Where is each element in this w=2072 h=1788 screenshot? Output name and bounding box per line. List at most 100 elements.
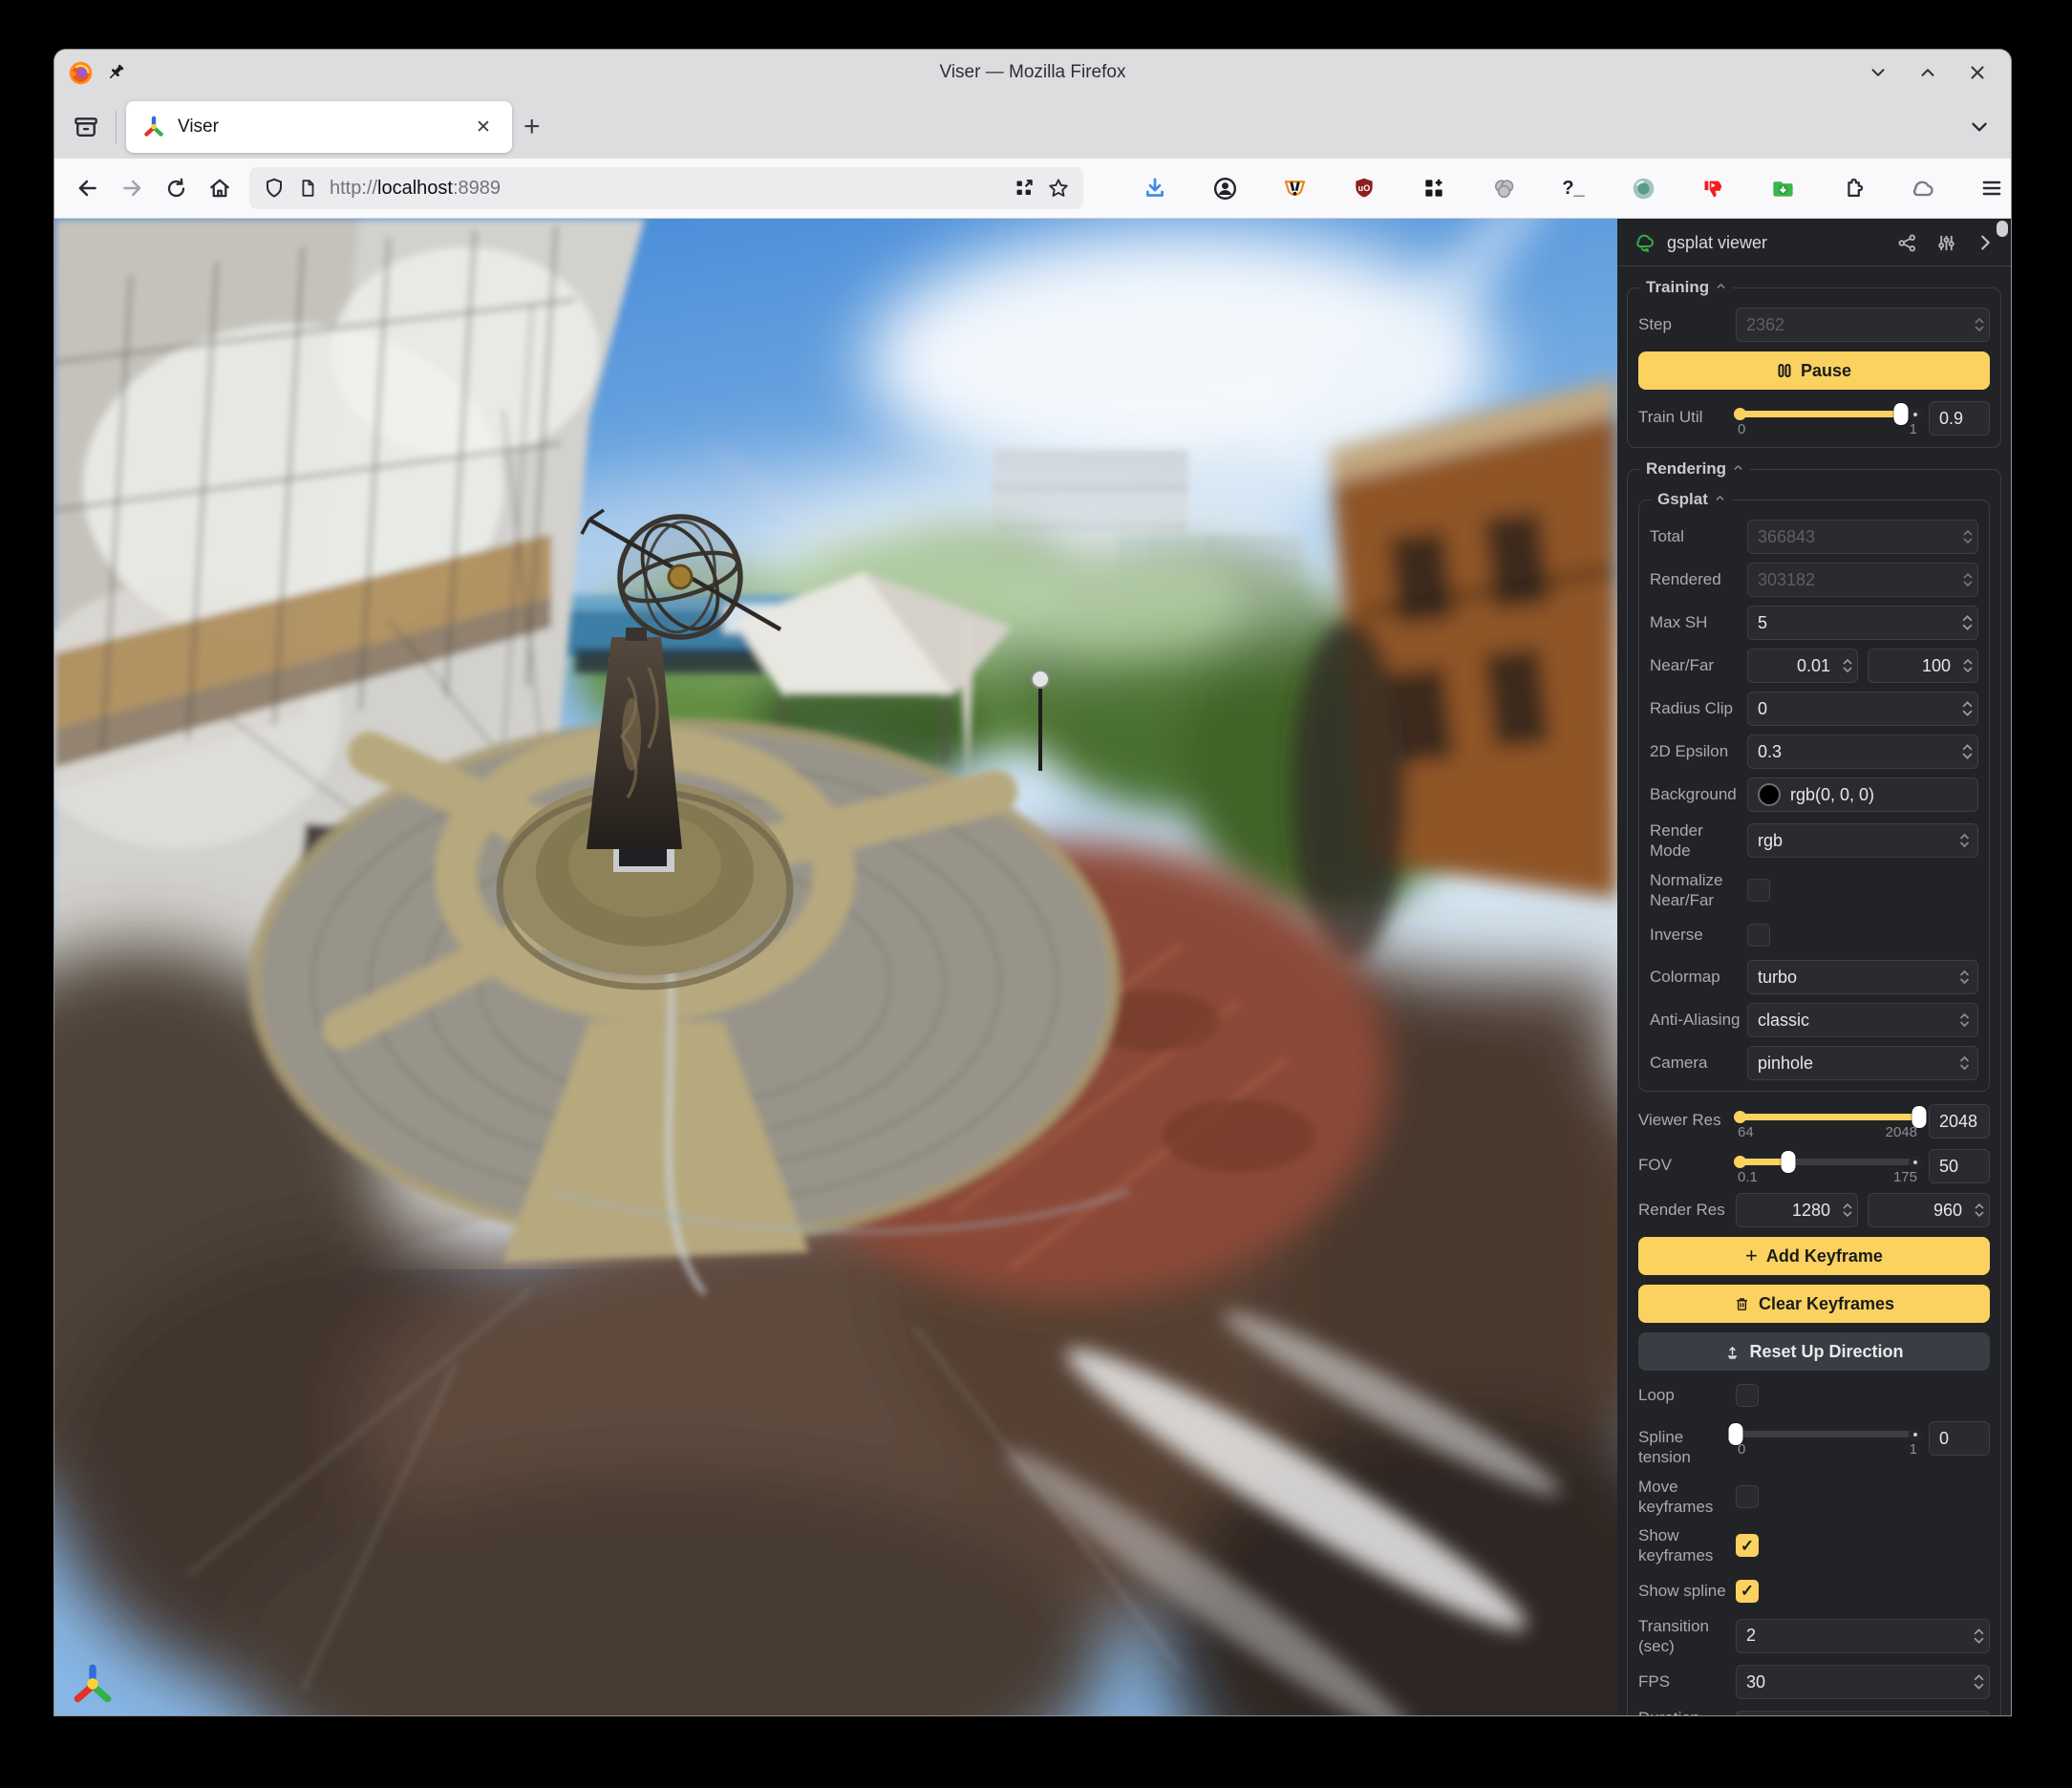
background-color-input[interactable]: rgb(0, 0, 0)	[1747, 777, 1978, 812]
step-input[interactable]: 2362	[1736, 308, 1990, 342]
viewer-res-value[interactable]: 2048	[1929, 1104, 1990, 1139]
window-close-button[interactable]	[1965, 60, 1990, 85]
spline-tension-slider[interactable]: 01	[1736, 1420, 1919, 1457]
gsplat-legend[interactable]: Gsplat	[1652, 490, 1732, 509]
colormap-select[interactable]: turbo	[1747, 960, 1978, 994]
inverse-checkbox[interactable]: ✓	[1747, 924, 1770, 947]
url-text[interactable]: http://localhost:8989	[330, 178, 501, 200]
hamburger-menu-icon[interactable]	[1970, 168, 2011, 208]
spline-tension-label: Spline tension	[1638, 1420, 1736, 1468]
background-color-swatch[interactable]	[1758, 783, 1781, 806]
return-dislike-icon[interactable]	[1691, 168, 1735, 208]
radius-clip-input[interactable]: 0	[1747, 692, 1978, 726]
reset-up-direction-button[interactable]: Reset Up Direction	[1638, 1332, 1990, 1371]
panel-scrollbar-thumb[interactable]	[1997, 221, 2008, 237]
loop-checkbox[interactable]: ✓	[1736, 1384, 1759, 1407]
render-mode-select[interactable]: rgb	[1747, 823, 1978, 858]
train-util-slider[interactable]: 01	[1736, 400, 1919, 436]
adjustments-icon[interactable]	[1935, 232, 1957, 254]
ublock-origin-icon[interactable]: uO	[1342, 168, 1386, 208]
gsplat-section: Gsplat Total 366843 Rendered 303182 Max …	[1638, 490, 1990, 1092]
tabstrip-separator	[116, 111, 117, 143]
duration-input[interactable]: 0	[1736, 1711, 1990, 1715]
reload-button[interactable]	[154, 168, 198, 208]
train-util-value[interactable]: 0.9	[1929, 401, 1990, 436]
far-input[interactable]: 100	[1868, 649, 1978, 683]
pause-button[interactable]: Pause	[1638, 351, 1990, 390]
render-res-height-input[interactable]: 960	[1868, 1193, 1990, 1227]
viewer-res-slider[interactable]: 642048	[1736, 1103, 1919, 1139]
tab-strip: Viser ✕ +	[54, 96, 2011, 159]
transition-label: Transition (sec)	[1638, 1616, 1736, 1657]
epsilon-2d-input[interactable]: 0.3	[1747, 734, 1978, 769]
show-spline-label: Show spline	[1638, 1581, 1736, 1601]
window-minimize-button[interactable]	[1866, 60, 1890, 85]
near-input[interactable]: 0.01	[1747, 649, 1858, 683]
viewer-res-label: Viewer Res	[1638, 1103, 1736, 1130]
fps-input[interactable]: 30	[1736, 1665, 1990, 1699]
browser-window: Viser — Mozilla Firefox	[54, 50, 2011, 1715]
world-axes-gizmo[interactable]	[70, 1663, 116, 1709]
add-keyframe-button[interactable]: +Add Keyframe	[1638, 1237, 1990, 1275]
clear-keyframes-button[interactable]: Clear Keyframes	[1638, 1285, 1990, 1323]
pin-icon	[105, 62, 126, 83]
normalize-near-far-label: Normalize Near/Far	[1650, 870, 1747, 911]
url-bar[interactable]: http://localhost:8989	[249, 167, 1083, 209]
tab-label: Viser	[178, 117, 459, 138]
epsilon-2d-label: 2D Epsilon	[1650, 741, 1747, 761]
trash-icon	[1734, 1296, 1750, 1312]
fov-slider[interactable]: 0.1175	[1736, 1148, 1919, 1184]
green-downloads-folder-icon[interactable]	[1761, 168, 1805, 208]
rendered-input[interactable]: 303182	[1747, 563, 1978, 597]
share-icon[interactable]	[1896, 232, 1918, 254]
extensions-puzzle-icon[interactable]	[1830, 168, 1874, 208]
transition-input[interactable]: 2	[1736, 1619, 1990, 1653]
screenshot-icon[interactable]	[1013, 177, 1036, 200]
anti-aliasing-select[interactable]: classic	[1747, 1003, 1978, 1037]
back-button[interactable]	[66, 168, 110, 208]
total-input[interactable]: 366843	[1747, 520, 1978, 554]
move-keyframes-checkbox[interactable]: ✓	[1736, 1485, 1759, 1508]
gsplat-3d-viewport[interactable]	[54, 219, 1617, 1715]
render-mode-label: Render Mode	[1650, 820, 1747, 862]
page-info-icon[interactable]	[297, 177, 318, 200]
background-label: Background	[1650, 784, 1747, 804]
show-spline-checkbox[interactable]: ✓	[1736, 1580, 1759, 1603]
gray-circles-extension-icon[interactable]	[1482, 168, 1526, 208]
collapse-panel-chevron-icon[interactable]	[1975, 232, 1996, 253]
spline-tension-value[interactable]: 0	[1929, 1421, 1990, 1456]
move-keyframes-label: Move keyframes	[1638, 1477, 1736, 1518]
camera-select[interactable]: pinhole	[1747, 1046, 1978, 1080]
splat-scene-render	[54, 219, 1617, 1715]
teal-ring-extension-icon[interactable]	[1621, 168, 1665, 208]
violentmonkey-icon[interactable]	[1412, 168, 1456, 208]
step-spinner[interactable]	[1975, 309, 1984, 341]
privacy-badger-icon[interactable]	[1272, 168, 1316, 208]
downloads-icon[interactable]	[1133, 168, 1177, 208]
firefox-logo-icon	[68, 60, 94, 86]
new-tab-button[interactable]: +	[523, 111, 541, 143]
window-maximize-button[interactable]	[1915, 60, 1940, 85]
render-res-width-input[interactable]: 1280	[1736, 1193, 1858, 1227]
training-legend[interactable]: Training	[1640, 278, 1733, 297]
tab-manager-icon[interactable]	[66, 107, 106, 147]
max-sh-label: Max SH	[1650, 612, 1747, 632]
fov-value[interactable]: 50	[1929, 1149, 1990, 1183]
home-button[interactable]	[198, 168, 242, 208]
forward-button[interactable]	[110, 168, 154, 208]
terminal-helper-icon[interactable]: ?_	[1551, 168, 1595, 208]
account-icon[interactable]	[1203, 168, 1247, 208]
fov-label: FOV	[1638, 1148, 1736, 1175]
shield-permissions-icon[interactable]	[263, 177, 286, 200]
max-sh-input[interactable]: 5	[1747, 606, 1978, 640]
bookmark-star-icon[interactable]	[1047, 177, 1070, 200]
tab-viser[interactable]: Viser ✕	[126, 101, 512, 153]
list-tabs-chevron-icon[interactable]	[1959, 107, 1999, 147]
normalize-near-far-checkbox[interactable]: ✓	[1747, 879, 1770, 902]
tab-close-icon[interactable]: ✕	[470, 114, 497, 140]
cloud-sync-icon[interactable]	[1900, 168, 1944, 208]
camera-label: Camera	[1650, 1053, 1747, 1073]
viser-control-panel: gsplat viewer Training	[1617, 219, 2011, 1715]
show-keyframes-checkbox[interactable]: ✓	[1736, 1534, 1759, 1557]
rendering-legend[interactable]: Rendering	[1640, 459, 1750, 479]
